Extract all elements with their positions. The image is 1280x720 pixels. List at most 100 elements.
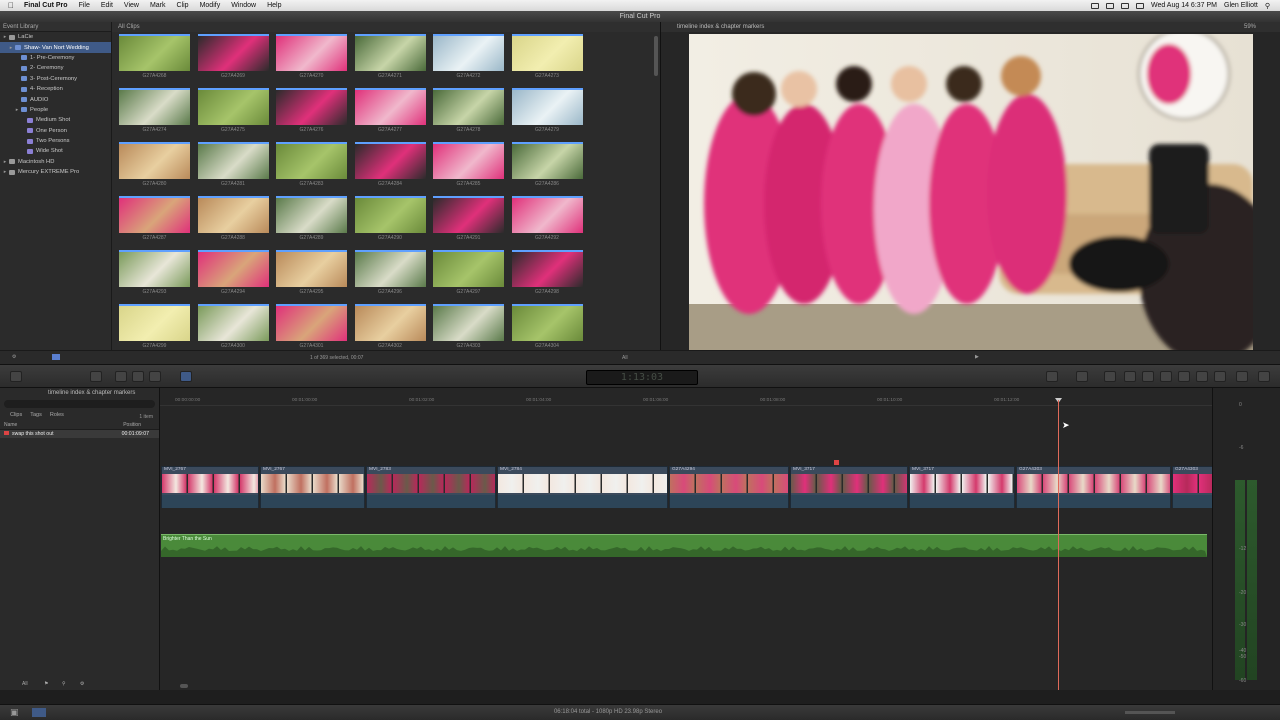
clip-thumbnail[interactable] (276, 196, 347, 233)
clip-thumbnail[interactable] (119, 304, 190, 341)
timeline-clip[interactable]: MVI_2767 (260, 466, 365, 508)
retime-button[interactable] (1076, 371, 1088, 382)
clip-thumbnail[interactable] (119, 196, 190, 233)
status-icon[interactable] (1090, 2, 1099, 9)
clip-thumbnail[interactable] (119, 250, 190, 287)
spotlight-icon[interactable]: ⚲ (1265, 2, 1270, 10)
themes-button[interactable] (1214, 371, 1226, 382)
clip-thumbnail[interactable] (119, 34, 190, 71)
table-row[interactable]: swap this shot out 00:01:09:07 (0, 430, 159, 438)
library-item[interactable]: ▸ LaCie (0, 32, 111, 42)
tab-clips[interactable]: Clips (10, 410, 22, 420)
keyword-button[interactable] (90, 371, 102, 382)
clip-thumbnail[interactable] (433, 304, 504, 341)
music-button[interactable] (1142, 371, 1154, 382)
clip-thumbnail[interactable] (197, 304, 269, 341)
clip-thumbnail[interactable] (511, 88, 583, 125)
library-item[interactable]: Medium Shot (0, 115, 111, 125)
library-item[interactable]: Wide Shot (0, 146, 111, 156)
menu-mark[interactable]: Mark (150, 2, 166, 9)
volume-icon[interactable] (1120, 2, 1129, 9)
clip-thumbnail[interactable] (276, 34, 347, 71)
transitions-button[interactable] (1160, 371, 1172, 382)
clip-thumbnail[interactable] (354, 88, 426, 125)
generators-button[interactable] (1196, 371, 1208, 382)
analysis-filter-icon[interactable]: ⚙ (80, 681, 84, 687)
library-item[interactable]: 4- Reception (0, 84, 111, 94)
clip-thumbnail[interactable] (276, 88, 347, 125)
disclosure-triangle-icon[interactable]: ▸ (2, 34, 8, 40)
apple-icon[interactable]:  (8, 1, 18, 10)
column-name[interactable]: Name (4, 422, 17, 429)
clip-thumbnail[interactable] (511, 34, 583, 71)
library-item[interactable]: AUDIO (0, 94, 111, 104)
filter-all-index[interactable]: All (22, 681, 28, 687)
disclosure-triangle-icon[interactable]: ▸ (8, 45, 14, 51)
browser-scrollbar[interactable] (654, 36, 658, 76)
keyword-filter-icon[interactable]: ⚲ (62, 681, 66, 687)
disclosure-triangle-icon[interactable]: ▸ (2, 159, 8, 165)
clip-thumbnail[interactable] (197, 142, 269, 179)
clip-thumbnail[interactable] (354, 142, 426, 179)
gear-icon[interactable]: ⚙ (12, 354, 16, 360)
wifi-icon[interactable] (1105, 2, 1114, 9)
clip-thumbnail[interactable] (511, 304, 583, 341)
library-item[interactable]: ▸ Mercury EXTREME Pro (0, 167, 111, 177)
library-item[interactable]: ▸ Macintosh HD (0, 157, 111, 167)
column-position[interactable]: Position (123, 422, 141, 429)
menu-view[interactable]: View (124, 2, 139, 9)
share-button[interactable] (1236, 371, 1248, 382)
clip-thumbnail[interactable] (354, 250, 426, 287)
zoom-slider[interactable] (1125, 711, 1175, 714)
timeline-clip[interactable]: MVI_2784 (497, 466, 668, 508)
clip-thumbnail[interactable] (197, 250, 269, 287)
library-item[interactable]: 2- Ceremony (0, 63, 111, 73)
clip-thumbnail[interactable] (354, 196, 426, 233)
inspector-button[interactable] (1104, 371, 1116, 382)
library-item[interactable]: One Person (0, 126, 111, 136)
clip-thumbnail[interactable] (433, 142, 504, 179)
timeline-clip[interactable]: G27A4303 (1016, 466, 1171, 508)
disclosure-triangle-icon[interactable]: ▸ (14, 107, 20, 113)
timeline-ruler[interactable]: 00:00:00:00 00:01:00:00 00:01:02:00 00:01:0… (160, 398, 1212, 406)
append-button[interactable] (149, 371, 161, 382)
clip-thumbnail[interactable] (354, 34, 426, 71)
select-tool-button[interactable] (180, 371, 192, 382)
clip-thumbnail[interactable] (354, 304, 426, 341)
tab-roles[interactable]: Roles (50, 410, 64, 420)
timeline-clip[interactable]: G27A4294 (669, 466, 789, 508)
clip-thumbnail[interactable] (433, 196, 504, 233)
timeline-clip[interactable]: G27A4303 (1172, 466, 1216, 508)
clip-thumbnail[interactable] (197, 196, 269, 233)
menubar-datetime[interactable]: Wed Aug 14 6:37 PM (1151, 2, 1217, 9)
effects-button[interactable] (1046, 371, 1058, 382)
clip-thumbnail[interactable] (511, 196, 583, 233)
menu-modify[interactable]: Modify (200, 2, 221, 9)
timecode-display[interactable]: 1:13:03 (586, 370, 698, 385)
timeline-clip[interactable]: MVI_3717 (909, 466, 1015, 508)
clip-thumbnail[interactable] (511, 250, 583, 287)
playhead[interactable] (1058, 400, 1059, 690)
connect-button[interactable] (115, 371, 127, 382)
clip-thumbnail[interactable] (276, 142, 347, 179)
marker-filter-icon[interactable]: ⚑ (44, 681, 48, 687)
tab-tags[interactable]: Tags (30, 410, 42, 420)
import-button[interactable] (10, 371, 22, 382)
clip-thumbnail[interactable] (197, 88, 269, 125)
menu-window[interactable]: Window (231, 2, 256, 9)
menu-app-name[interactable]: Final Cut Pro (24, 2, 68, 9)
play-icon[interactable]: ▶ (975, 354, 979, 360)
menu-file[interactable]: File (79, 2, 90, 9)
menubar-user[interactable]: Glen Elliott (1224, 2, 1258, 9)
disclosure-triangle-icon[interactable]: ▸ (2, 169, 8, 175)
filmstrip-view-icon[interactable] (52, 354, 60, 360)
menu-help[interactable]: Help (267, 2, 281, 9)
clip-thumbnail[interactable] (433, 34, 504, 71)
clip-thumbnail[interactable] (433, 250, 504, 287)
library-item[interactable]: ▸ Shaw- Van Nort Wedding (0, 42, 111, 53)
clip-thumbnail[interactable] (276, 304, 347, 341)
chapter-marker-icon[interactable] (834, 460, 839, 465)
viewer-zoom[interactable]: 59% (1244, 22, 1256, 32)
library-item[interactable]: Two Persons (0, 136, 111, 146)
clip-thumbnail[interactable] (119, 142, 190, 179)
